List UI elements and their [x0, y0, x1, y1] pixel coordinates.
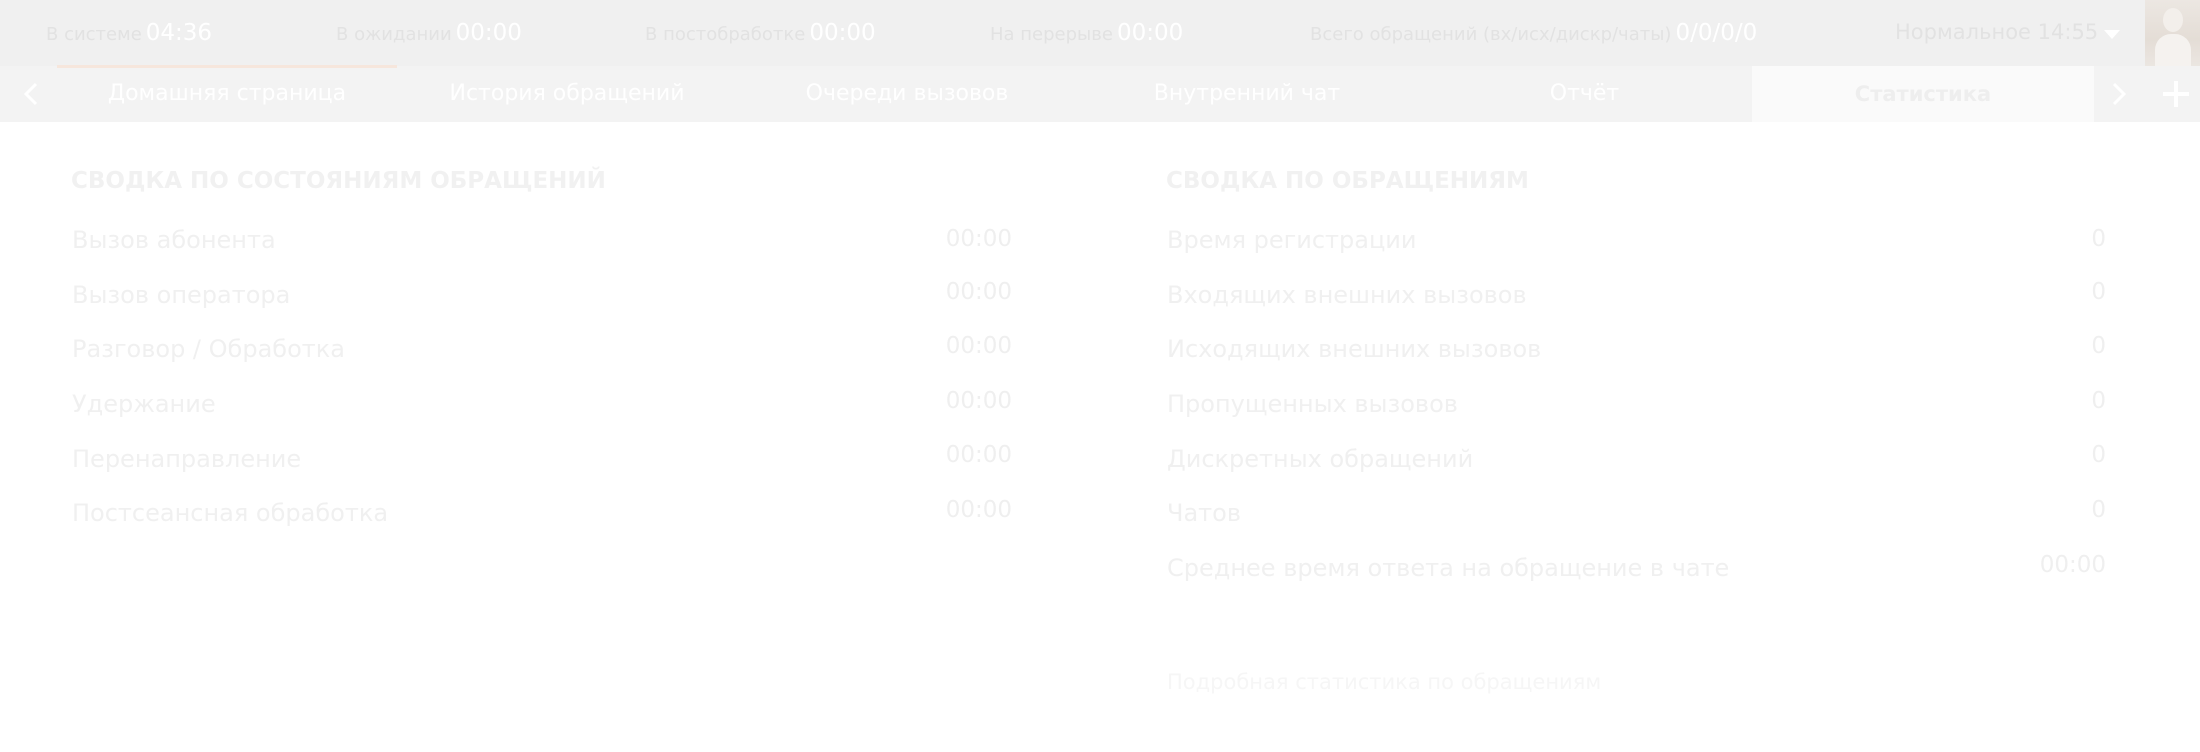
states-row-value: 00:00 — [945, 442, 1012, 468]
calls-summary-title: СВОДКА ПО ОБРАЩЕНИЯМ — [1166, 168, 1529, 194]
stat-label: В ожидании — [336, 24, 452, 45]
calls-row-value: 0 — [2091, 333, 2106, 359]
stat-total-calls: Всего обращений (вх/исх/дискр/чаты) 0/0/0… — [1310, 20, 1757, 46]
calls-row-value: 0 — [2091, 388, 2106, 414]
states-row-label: Разговор / Обработка — [72, 335, 345, 363]
states-row-label: Удержание — [72, 390, 216, 418]
calls-row-label: Входящих внешних вызовов — [1167, 281, 1527, 309]
states-row-value: 00:00 — [945, 226, 1012, 252]
mode-label: Нормальное 14:55 — [1895, 20, 2099, 44]
calls-row-value: 0 — [2091, 442, 2106, 468]
tab-home[interactable]: Домашняя страница — [57, 66, 397, 122]
stat-waiting: В ожидании 00:00 — [336, 20, 522, 46]
states-row-label: Перенаправление — [72, 445, 302, 473]
chevron-right-icon — [2112, 82, 2126, 106]
mode-selector[interactable]: Нормальное 14:55 — [1895, 20, 2098, 44]
states-summary-title: СВОДКА ПО СОСТОЯНИЯМ ОБРАЩЕНИЙ — [71, 168, 606, 194]
stat-in-system: В системе 04:36 — [46, 20, 212, 46]
calls-row-label: Пропущенных вызовов — [1167, 390, 1458, 418]
avatar[interactable] — [2145, 0, 2200, 66]
tab-label: Внутренний чат — [1153, 81, 1341, 106]
detailed-stats-link[interactable]: Подробная статистика по обращениям — [1167, 670, 1601, 694]
tab-bar: Домашняя страница История обращений Очер… — [0, 66, 2200, 122]
stat-value: 0/0/0/0 — [1675, 20, 1758, 46]
stat-value: 04:36 — [145, 20, 213, 46]
stat-label: В системе — [46, 24, 142, 45]
tab-label: История обращений — [449, 81, 685, 106]
tab-statistics[interactable]: Статистика — [1752, 66, 2094, 122]
states-row-label: Вызов абонента — [72, 226, 276, 254]
stat-label: В постобработке — [645, 24, 806, 45]
states-row-value: 00:00 — [945, 497, 1012, 523]
tab-scroll-left-button[interactable] — [8, 66, 53, 122]
states-row-label: Вызов оператора — [72, 281, 291, 309]
tab-internal-chat[interactable]: Внутренний чат — [1077, 66, 1417, 122]
avatar-body — [2155, 34, 2191, 66]
tab-label: Отчёт — [1549, 81, 1620, 106]
calls-row-value: 0 — [2091, 497, 2106, 523]
calls-row-value: 0 — [2091, 279, 2106, 305]
calls-row-label: Время регистрации — [1167, 226, 1417, 254]
states-row-label: Постсеансная обработка — [72, 499, 389, 527]
stat-postprocessing: В постобработке 00:00 — [645, 20, 876, 46]
calls-row-label: Дискретных обращений — [1167, 445, 1474, 473]
calls-row-label: Чатов — [1167, 499, 1241, 527]
tab-label: Статистика — [1854, 82, 1992, 106]
chevron-left-icon — [23, 82, 37, 106]
status-bar: В системе 04:36 В ожидании 00:00 В постобр… — [0, 0, 2200, 66]
active-tab-indicator — [57, 65, 397, 68]
states-row-value: 00:00 — [945, 388, 1012, 414]
chevron-down-icon[interactable] — [2104, 30, 2120, 39]
stat-label: На перерыве — [990, 24, 1113, 45]
add-tab-button[interactable] — [2152, 66, 2200, 122]
calls-row-label: Среднее время ответа на обращение в чате — [1167, 554, 1730, 582]
states-row-value: 00:00 — [945, 333, 1012, 359]
statistics-panel: СВОДКА ПО СОСТОЯНИЯМ ОБРАЩЕНИЙ Вызов або… — [0, 122, 2200, 752]
avatar-head — [2163, 8, 2183, 32]
states-row-value: 00:00 — [945, 279, 1012, 305]
tab-report[interactable]: Отчёт — [1417, 66, 1752, 122]
tab-call-queues[interactable]: Очереди вызовов — [737, 66, 1077, 122]
tab-history[interactable]: История обращений — [397, 66, 737, 122]
plus-icon — [2163, 81, 2189, 107]
tab-label: Домашняя страница — [107, 81, 347, 106]
stat-value: 00:00 — [455, 20, 522, 46]
tab-scroll-right-button[interactable] — [2096, 66, 2141, 122]
calls-row-value: 0 — [2091, 226, 2106, 252]
calls-row-label: Исходящих внешних вызовов — [1167, 335, 1542, 363]
stat-value: 00:00 — [1116, 20, 1184, 46]
stat-value: 00:00 — [809, 20, 876, 46]
tab-label: Очереди вызовов — [805, 81, 1009, 106]
stat-break: На перерыве 00:00 — [990, 20, 1183, 46]
calls-row-value: 00:00 — [2039, 552, 2106, 578]
stat-label: Всего обращений (вх/исх/дискр/чаты) — [1310, 24, 1672, 45]
